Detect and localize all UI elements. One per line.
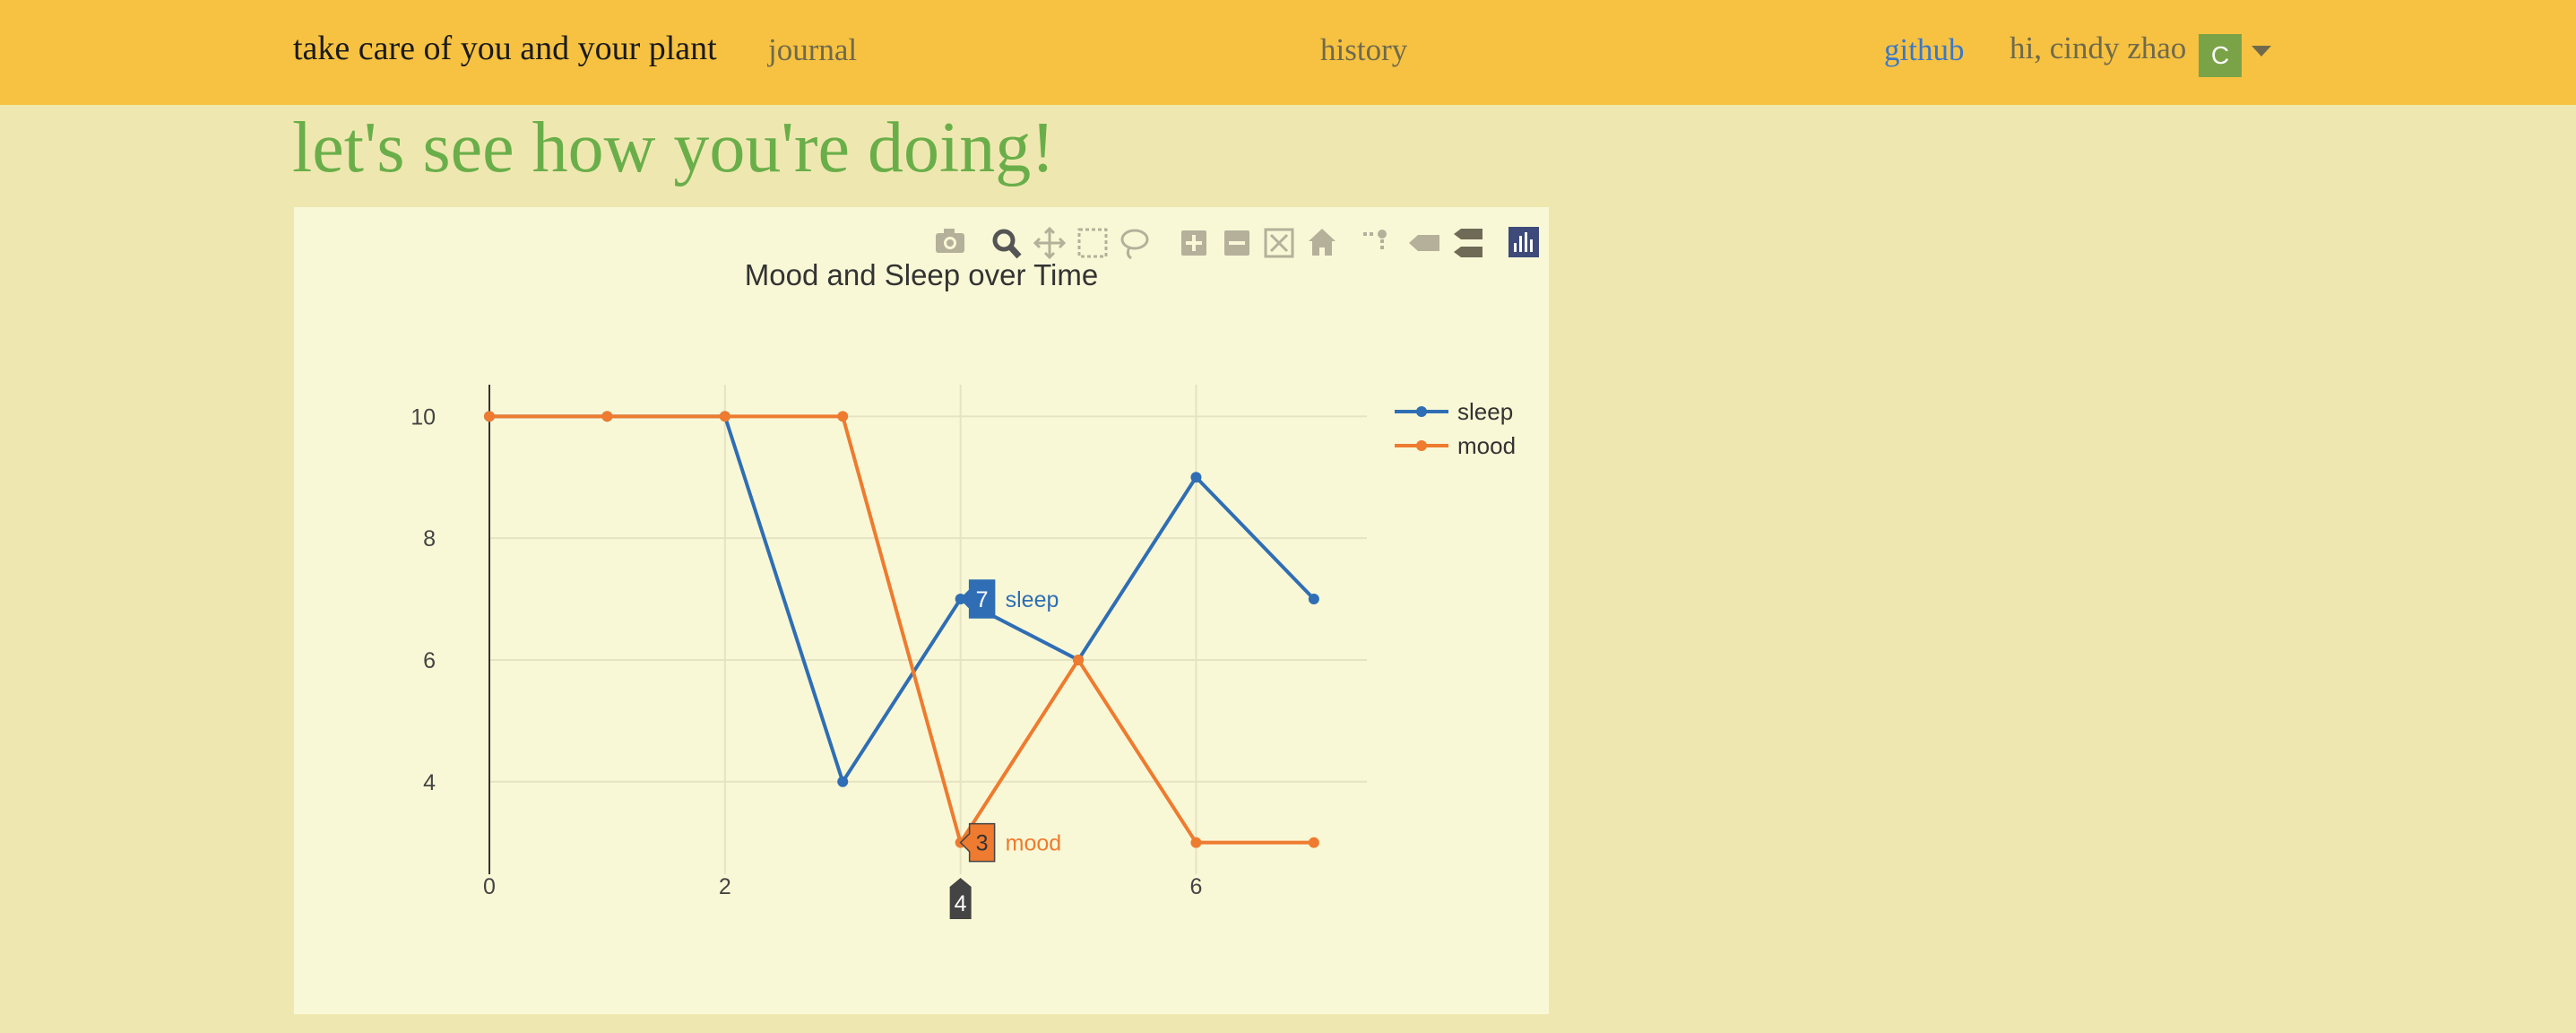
data-point-mood[interactable] — [1190, 837, 1202, 848]
data-point-mood[interactable] — [837, 411, 849, 422]
legend-item-sleep[interactable]: sleep — [1395, 398, 1513, 425]
hover-compare-icon[interactable] — [1454, 229, 1482, 257]
mood-sleep-chart[interactable]: Mood and Sleep over Time 4 6 8 10 0 2 6 7 slee… — [294, 207, 1549, 1014]
zoom-icon[interactable] — [992, 229, 1022, 259]
hover-value-sleep: 7 — [976, 587, 989, 612]
data-point-mood[interactable] — [1308, 837, 1319, 848]
series-line-sleep[interactable] — [489, 414, 1316, 784]
user-avatar[interactable]: C — [2199, 34, 2242, 77]
x-tick-label: 2 — [719, 874, 731, 899]
legend-marker-mood — [1416, 440, 1427, 451]
hover-labels: 7 sleep 3 mood 4 — [949, 579, 1062, 919]
x-tick-label: 0 — [483, 874, 496, 899]
pan-icon[interactable] — [1033, 226, 1067, 260]
chart-legend[interactable]: sleep mood — [1395, 398, 1516, 459]
chart-grid — [489, 385, 1367, 874]
reset-axes-icon[interactable] — [1309, 229, 1336, 256]
hover-x-value: 4 — [955, 891, 967, 916]
y-tick-label: 6 — [423, 648, 436, 673]
autoscale-icon[interactable] — [1264, 228, 1294, 258]
y-axis: 4 6 8 10 — [411, 404, 436, 794]
hover-label-mood: 3 mood — [959, 822, 1062, 863]
data-point-mood[interactable] — [601, 411, 613, 422]
legend-marker-sleep — [1416, 406, 1427, 417]
chart-panel: Mood and Sleep over Time 4 6 8 10 0 2 6 7 slee… — [294, 207, 1549, 1014]
user-menu-caret-icon[interactable] — [2252, 46, 2271, 56]
x-axis: 0 2 6 — [483, 874, 1202, 899]
navbar: take care of you and your plant journal … — [0, 0, 2576, 105]
legend-item-mood[interactable]: mood — [1395, 432, 1516, 459]
data-point-sleep[interactable] — [1308, 594, 1319, 605]
plotly-logo-icon[interactable] — [1508, 227, 1539, 257]
spike-lines-icon[interactable] — [1363, 230, 1387, 249]
zoom-in-icon[interactable] — [1181, 230, 1206, 256]
y-tick-label: 4 — [423, 770, 436, 795]
camera-icon[interactable] — [936, 229, 964, 253]
x-tick-label: 6 — [1190, 874, 1203, 899]
data-point-mood[interactable] — [484, 411, 495, 422]
legend-label-sleep: sleep — [1457, 398, 1513, 425]
box-select-icon[interactable] — [1077, 228, 1108, 258]
hover-name-mood: mood — [1006, 831, 1062, 856]
data-point-mood[interactable] — [719, 411, 730, 422]
brand-link[interactable]: take care of you and your plant — [293, 29, 717, 68]
y-tick-label: 10 — [411, 404, 436, 430]
nav-journal-link[interactable]: journal — [768, 32, 857, 68]
nav-history-link[interactable]: history — [1320, 32, 1407, 68]
chart-title: Mood and Sleep over Time — [745, 258, 1098, 291]
zoom-out-icon[interactable] — [1224, 230, 1249, 256]
hover-name-sleep: sleep — [1006, 587, 1059, 612]
user-greeting[interactable]: hi, cindy zhao — [2010, 30, 2186, 66]
legend-label-mood: mood — [1457, 432, 1516, 459]
series-line-mood[interactable] — [489, 414, 1314, 845]
page-heading: let's see how you're doing! — [292, 109, 1055, 187]
hover-label-sleep: 7 sleep — [959, 579, 1059, 619]
data-point-sleep[interactable] — [837, 776, 849, 787]
hover-x-label: 4 — [949, 878, 972, 919]
modebar — [936, 226, 1539, 260]
data-point-sleep[interactable] — [1190, 472, 1202, 483]
y-tick-label: 8 — [423, 526, 436, 551]
lasso-select-icon[interactable] — [1120, 229, 1149, 260]
nav-github-link[interactable]: github — [1884, 32, 1964, 68]
hover-closest-icon[interactable] — [1409, 235, 1439, 251]
data-point-mood[interactable] — [1073, 654, 1085, 665]
hover-value-mood: 3 — [976, 831, 989, 856]
